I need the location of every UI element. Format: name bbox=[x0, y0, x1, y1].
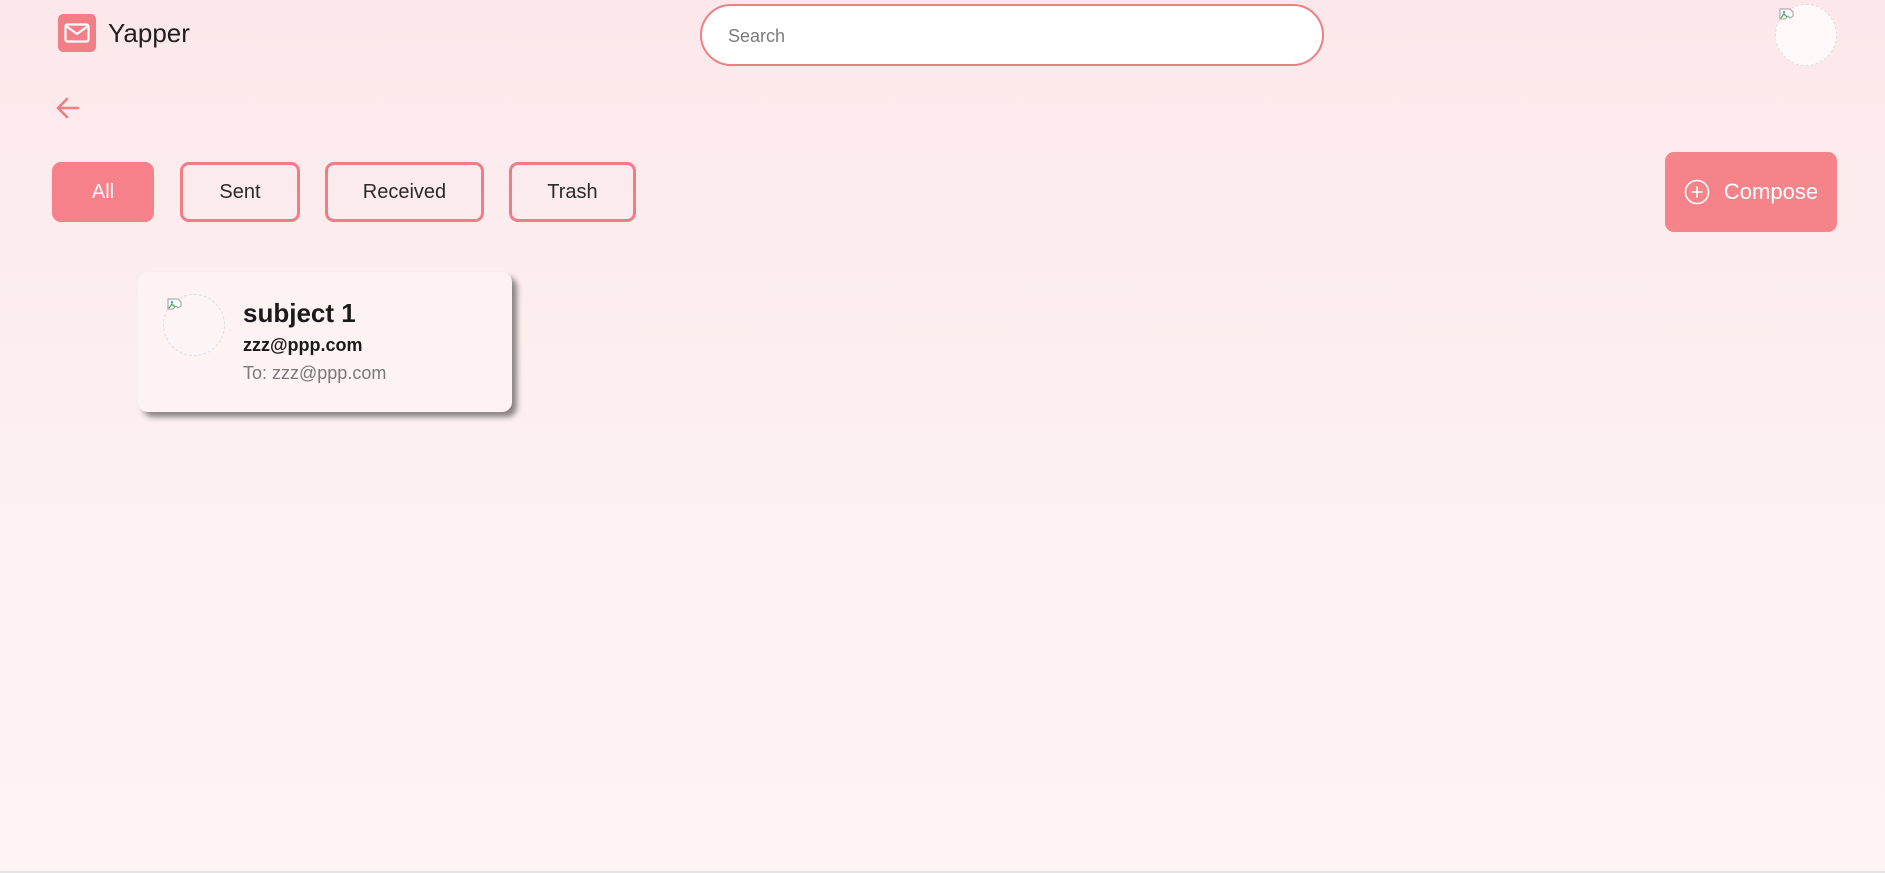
email-card[interactable]: subject 1 zzz@ppp.com To: zzz@ppp.com bbox=[138, 272, 512, 412]
email-subject: subject 1 bbox=[243, 298, 356, 328]
app-logo bbox=[58, 14, 96, 52]
user-avatar[interactable] bbox=[1775, 4, 1837, 66]
email-sender: zzz@ppp.com bbox=[243, 335, 363, 355]
arrow-left-icon bbox=[56, 97, 80, 119]
compose-label: Compose bbox=[1723, 179, 1819, 204]
email-recipient: To: zzz@ppp.com bbox=[243, 363, 387, 383]
search-input[interactable] bbox=[726, 6, 1300, 66]
tab-received[interactable]: Received bbox=[325, 162, 484, 222]
app-title: Yapper bbox=[108, 18, 190, 48]
broken-image-icon bbox=[1779, 8, 1794, 20]
broken-image-icon bbox=[167, 298, 182, 310]
tab-trash[interactable]: Trash bbox=[509, 162, 636, 222]
mail-icon bbox=[64, 23, 90, 43]
plus-circle-icon bbox=[1684, 179, 1710, 205]
tab-all[interactable]: All bbox=[52, 162, 154, 222]
sender-avatar bbox=[163, 294, 225, 356]
tab-sent[interactable]: Sent bbox=[180, 162, 300, 222]
back-button[interactable] bbox=[54, 96, 82, 120]
search-bar[interactable] bbox=[700, 4, 1324, 66]
compose-button[interactable]: Compose bbox=[1665, 152, 1837, 232]
